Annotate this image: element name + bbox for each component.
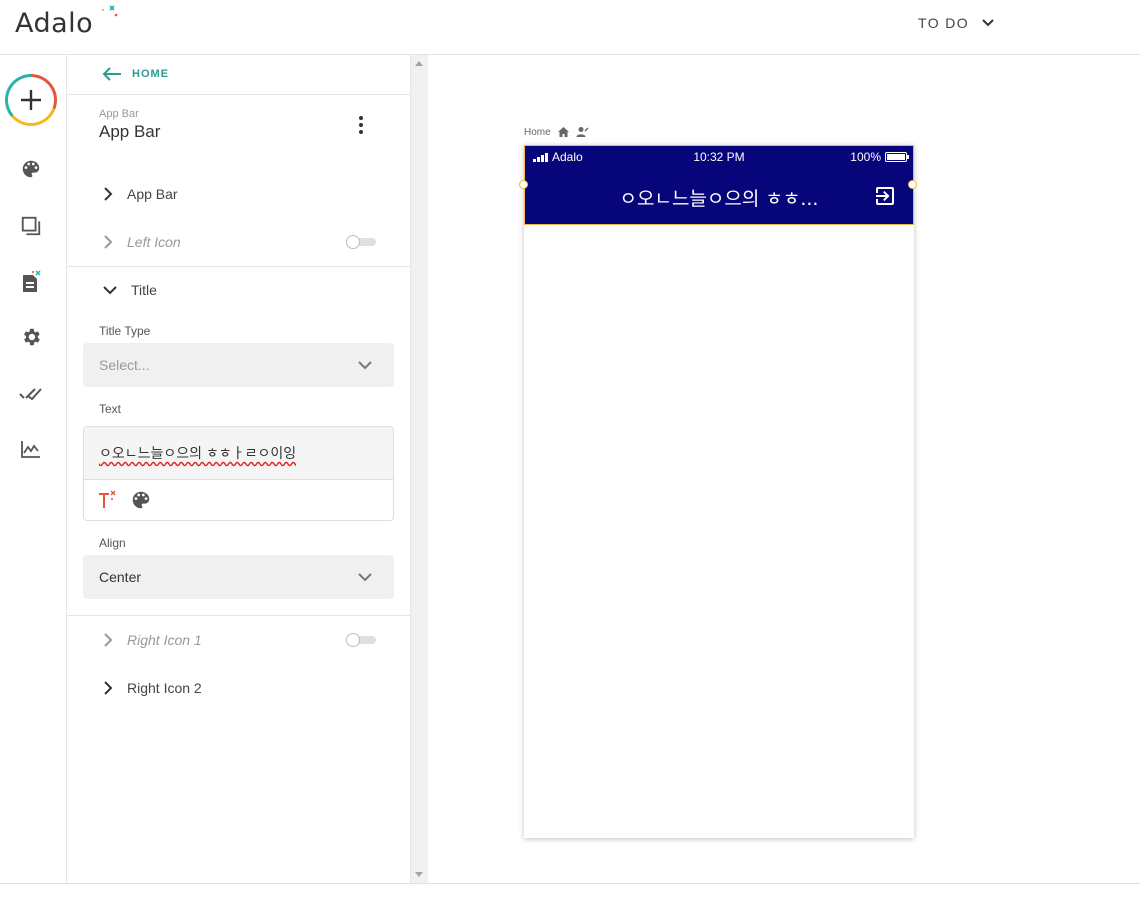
text-label: Text [99,402,122,416]
divider [67,94,410,95]
battery-percent: 100% [850,150,881,164]
add-component-button[interactable] [5,74,57,126]
title-type-label: Title Type [99,324,151,338]
scroll-down-arrow-icon[interactable] [415,872,423,877]
status-bar: Adalo 10:32 PM 100% [525,146,913,168]
back-to-home-link[interactable]: HOME [102,67,169,81]
align-select[interactable]: Center [83,555,394,599]
section-left-icon[interactable]: Left Icon [103,230,181,254]
footer-divider [0,883,1140,884]
align-label: Align [99,536,126,550]
more-options-icon[interactable] [351,114,371,136]
adalo-logo[interactable]: Adalo [15,5,118,40]
plus-icon [21,90,41,110]
chevron-down-icon [982,19,994,27]
gear-icon [24,328,40,346]
app-bar-title: ㅇ오ㄴ느늘ㅇ으의 ㅎㅎ... [619,188,819,210]
title-type-value: Select... [99,357,150,373]
align-value: Center [99,569,142,585]
section-right-icon-2[interactable]: Right Icon 2 [103,676,202,700]
chevron-right-icon [104,187,113,201]
left-icon-toggle[interactable] [346,235,376,249]
analytics-button[interactable] [19,437,43,461]
exit-icon[interactable] [873,184,897,208]
home-icon [557,127,569,137]
magic-text-icon[interactable] [96,489,118,511]
section-label: Right Icon 2 [127,680,202,696]
top-header: Adalo TO DO [0,0,1140,55]
battery-icon [885,152,909,162]
user-lock-icon [576,127,589,137]
title-text-value: ㅇ오ㄴ느늘ㅇ으의 ㅎㅎㅏㄹㅇ이잉 [99,445,297,461]
scroll-up-arrow-icon[interactable] [415,61,423,66]
database-icon [23,270,41,292]
properties-panel: HOME App Bar App Bar App Bar Left Icon T… [67,55,410,883]
right-icon-1-toggle[interactable] [346,633,376,647]
divider [67,266,410,267]
chevron-right-icon [104,633,113,647]
screen-label[interactable]: Home [524,126,589,138]
chevron-right-icon [104,681,113,695]
database-button[interactable] [19,270,43,294]
section-app-bar[interactable]: App Bar [103,182,178,206]
divider [67,615,410,616]
section-label: Left Icon [127,234,181,250]
screens-button[interactable] [19,214,43,238]
resize-handle-right[interactable] [908,180,917,189]
sparkle-icon [102,5,118,17]
section-label: Right Icon 1 [127,632,202,648]
section-title[interactable]: Title [103,278,157,302]
double-check-icon [19,388,42,401]
section-label: Title [131,282,157,298]
chevron-right-icon [104,235,113,249]
app-name: TO DO [918,15,970,31]
settings-button[interactable] [19,325,43,349]
logo-text: Adalo [15,7,94,39]
screens-icon [21,216,41,236]
editor-canvas[interactable]: Home Adalo 10:32 PM 100% ㅇ오ㄴ느늘ㅇ으의 ㅎㅎ... [428,55,1140,883]
phone-screen[interactable]: Adalo 10:32 PM 100% ㅇ오ㄴ느늘ㅇ으의 ㅎㅎ... [519,145,917,838]
left-toolbar [0,55,67,883]
screen-name: Home [524,126,551,138]
arrow-left-icon [102,67,121,81]
analytics-icon [21,441,40,458]
palette-icon[interactable] [130,489,152,511]
branding-button[interactable] [19,157,43,181]
publish-button[interactable] [19,382,43,406]
section-right-icon-1[interactable]: Right Icon 1 [103,628,202,652]
title-text-input-area[interactable]: ㅇ오ㄴ느늘ㅇ으의 ㅎㅎㅏㄹㅇ이잉 [84,427,393,480]
chevron-down-icon [358,361,372,370]
app-bar-component[interactable]: Adalo 10:32 PM 100% ㅇ오ㄴ느늘ㅇ으의 ㅎㅎ... [524,145,914,225]
chevron-down-icon [358,573,372,582]
app-switcher[interactable]: TO DO [918,15,995,31]
title-text-field: ㅇ오ㄴ느늘ㅇ으의 ㅎㅎㅏㄹㅇ이잉 [83,426,394,521]
component-subtitle: App Bar [99,108,139,120]
chevron-down-icon [103,286,117,295]
panel-scrollbar[interactable] [410,55,428,883]
component-title[interactable]: App Bar [99,122,160,142]
palette-icon [22,160,40,178]
back-label: HOME [132,68,169,80]
resize-handle-left[interactable] [519,180,528,189]
title-type-select[interactable]: Select... [83,343,394,387]
section-label: App Bar [127,186,178,202]
